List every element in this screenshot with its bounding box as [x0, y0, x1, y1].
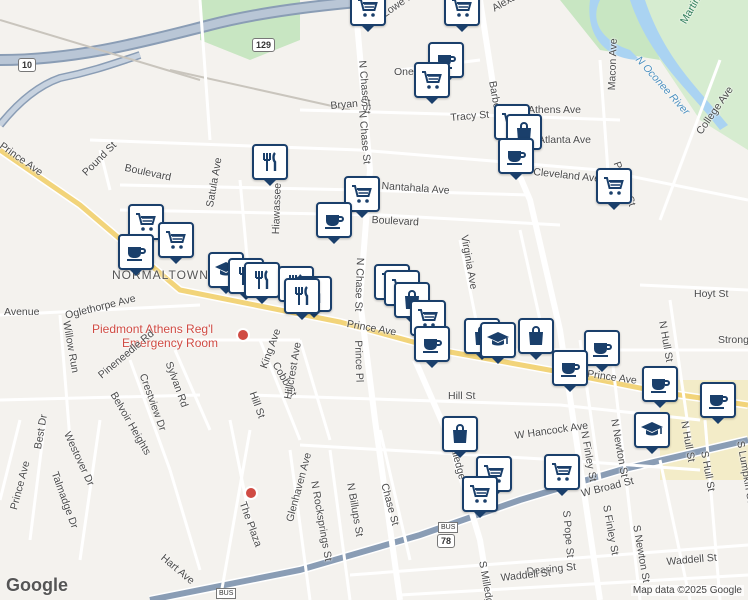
cup-icon: [648, 372, 672, 396]
map-marker-cafe[interactable]: [584, 330, 620, 372]
cart-icon: [134, 210, 158, 234]
map-marker-cafe[interactable]: [552, 350, 588, 392]
cup-icon: [124, 240, 148, 264]
bus-route-tag: BUS: [438, 522, 459, 533]
fork-knife-icon: [258, 150, 282, 174]
map-canvas[interactable]: 129 10 78 BUS BUS NORMALTOWN Piedmont At…: [0, 0, 748, 600]
street-label: Atlanta Ave: [538, 134, 591, 146]
street-label: Macon Ave: [606, 38, 620, 91]
map-marker-cafe[interactable]: [700, 382, 736, 424]
street-label: One: [394, 66, 414, 78]
street-label: Boulevard: [371, 214, 420, 229]
cart-icon: [450, 0, 474, 20]
map-marker-shopping[interactable]: [518, 318, 554, 360]
map-marker-grocery[interactable]: [544, 454, 580, 496]
map-marker-school[interactable]: [634, 412, 670, 454]
map-marker-restaurant[interactable]: [284, 278, 320, 320]
map-marker-school[interactable]: [480, 322, 516, 364]
cup-icon: [558, 356, 582, 380]
street-label: Hoyt St: [694, 288, 729, 300]
place-marker-icon[interactable]: [244, 486, 258, 500]
map-marker-grocery[interactable]: [414, 62, 450, 104]
cart-icon: [356, 0, 380, 20]
route-shield-78: 78: [437, 534, 456, 548]
cart-icon: [350, 182, 374, 206]
street-label: N Chase St: [352, 257, 366, 312]
cart-icon: [420, 68, 444, 92]
map-marker-shopping[interactable]: [442, 416, 478, 458]
street-label: Strong: [718, 334, 748, 346]
map-marker-cafe[interactable]: [642, 366, 678, 408]
map-marker-grocery[interactable]: [462, 476, 498, 518]
cart-icon: [164, 228, 188, 252]
google-logo: Google: [6, 575, 68, 595]
map-marker-cafe[interactable]: [316, 202, 352, 244]
cup-icon: [590, 336, 614, 360]
map-marker-restaurant[interactable]: [252, 144, 288, 186]
cup-icon: [420, 332, 444, 356]
street-label: Hiawassee: [270, 182, 284, 235]
route-shield-129: 129: [252, 38, 276, 52]
map-marker-cafe[interactable]: [414, 326, 450, 368]
map-marker-cafe[interactable]: [498, 138, 534, 180]
street-label: Prince Pl: [352, 340, 366, 383]
cart-icon: [602, 174, 626, 198]
map-marker-grocery[interactable]: [596, 168, 632, 210]
map-marker-cafe[interactable]: [118, 234, 154, 276]
cart-icon: [468, 482, 492, 506]
bag-icon: [448, 422, 472, 446]
bus-route-tag: BUS: [216, 588, 237, 599]
graduation-cap-icon: [486, 328, 510, 352]
map-marker-grocery[interactable]: [444, 0, 480, 32]
map-marker-restaurant[interactable]: [244, 262, 280, 304]
hospital-marker-icon[interactable]: [236, 328, 250, 342]
fork-knife-icon: [250, 268, 274, 292]
cart-icon: [550, 460, 574, 484]
fork-knife-icon: [290, 284, 314, 308]
cup-icon: [504, 144, 528, 168]
route-shield-10: 10: [18, 58, 37, 72]
graduation-cap-icon: [640, 418, 664, 442]
bag-icon: [524, 324, 548, 348]
map-attribution[interactable]: Map data ©2025 Google: [630, 585, 744, 596]
street-label: Hill St: [448, 390, 476, 402]
cup-icon: [706, 388, 730, 412]
cup-icon: [322, 208, 346, 232]
street-label: Avenue: [4, 306, 40, 318]
map-marker-grocery[interactable]: [350, 0, 386, 32]
neighborhood-label: NORMALTOWN: [112, 268, 209, 282]
map-marker-grocery[interactable]: [158, 222, 194, 264]
